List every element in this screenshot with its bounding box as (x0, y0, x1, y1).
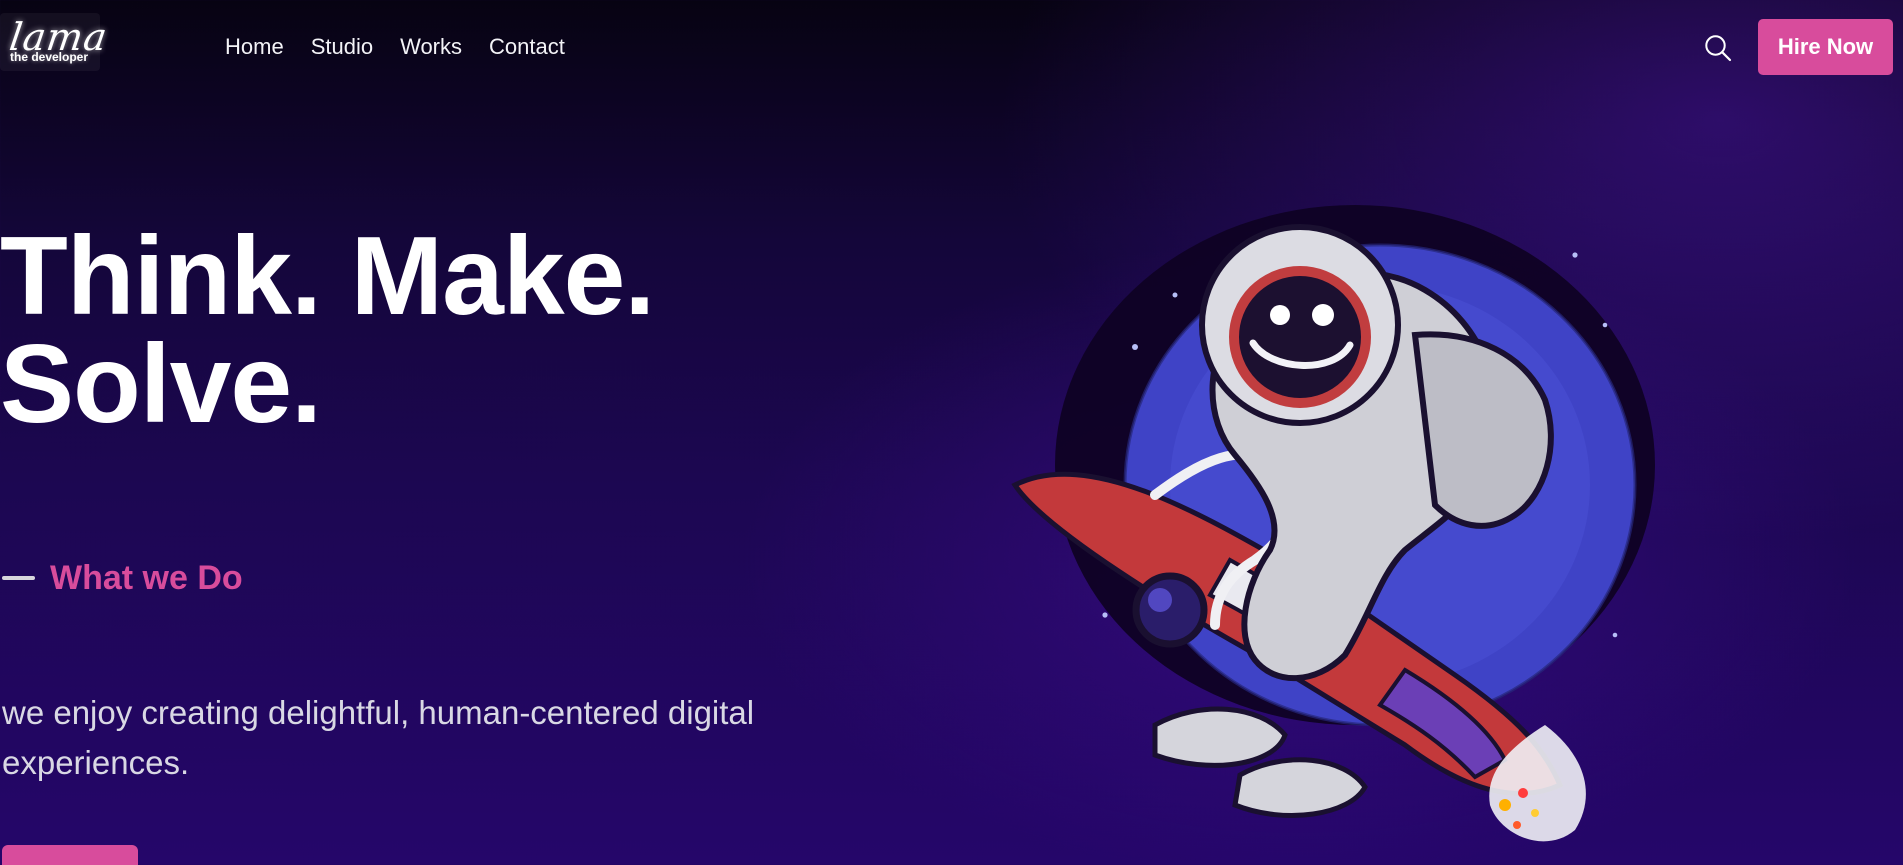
astronaut-eye-right (1312, 304, 1334, 326)
spark (1513, 821, 1521, 829)
section-label: What we Do (2, 558, 243, 598)
top-header: lama the developer Home Studio Works Con… (0, 0, 1903, 94)
nav-link-home[interactable]: Home (225, 34, 284, 60)
star (1572, 252, 1578, 258)
hero-description: we enjoy creating delightful, human-cent… (2, 688, 792, 788)
star (1602, 322, 1608, 328)
star (1612, 632, 1618, 638)
spark (1518, 788, 1528, 798)
nav-link-contact[interactable]: Contact (489, 34, 565, 60)
hero-description-line-1: we enjoy creating delightful, human-cent… (2, 694, 755, 731)
nav-link-works[interactable]: Works (400, 34, 462, 60)
hero-cta-button[interactable] (2, 845, 138, 865)
rocket-porthole (1132, 572, 1208, 648)
hire-now-button[interactable]: Hire Now (1758, 19, 1893, 75)
astronaut-rocket-svg (1011, 205, 1655, 842)
star (1172, 292, 1178, 298)
spark (1499, 799, 1511, 811)
hero-title: Think. Make. Solve. (0, 214, 655, 446)
hero-title-line-1: Think. Make. (0, 214, 655, 338)
rocket-porthole-glare (1148, 588, 1172, 612)
star (1102, 612, 1108, 618)
astronaut-boot-left (1152, 706, 1288, 768)
star (1132, 344, 1138, 350)
astronaut-visor (1229, 266, 1371, 408)
primary-navigation: Home Studio Works Contact (225, 34, 565, 60)
hero-title-line-2: Solve. (0, 322, 322, 446)
search-icon[interactable] (1703, 33, 1733, 63)
section-label-text: What we Do (50, 559, 243, 597)
astronaut-boot-right (1232, 757, 1368, 818)
logo-main-text: lama (6, 14, 111, 59)
section-label-dash (2, 576, 35, 580)
hero-description-line-2: experiences. (2, 744, 190, 781)
nav-link-studio[interactable]: Studio (311, 34, 373, 60)
astronaut-rocket-illustration (985, 165, 1685, 865)
astronaut-eye-left (1270, 305, 1290, 325)
spark (1531, 809, 1539, 817)
logo[interactable]: lama the developer (0, 13, 111, 71)
